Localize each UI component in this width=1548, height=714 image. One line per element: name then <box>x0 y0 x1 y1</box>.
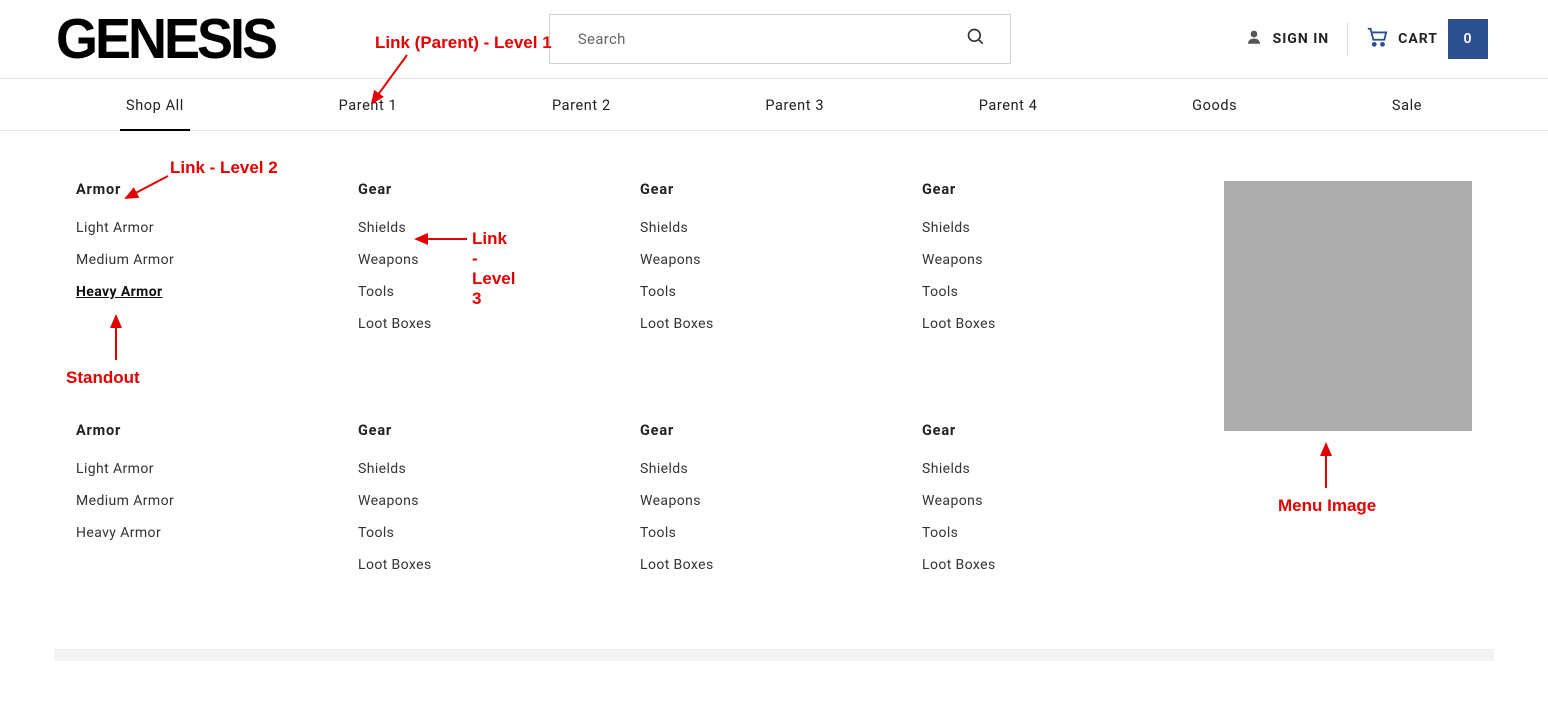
menu-column: Armor Light Armor Medium Armor Heavy Arm… <box>76 181 358 348</box>
menu-link[interactable]: Tools <box>922 525 1204 541</box>
sign-in-label: SIGN IN <box>1273 31 1330 47</box>
menu-link[interactable]: Light Armor <box>76 220 358 236</box>
mega-menu-columns: Armor Light Armor Medium Armor Heavy Arm… <box>76 181 1204 589</box>
menu-link[interactable]: Loot Boxes <box>922 557 1204 573</box>
menu-link[interactable]: Loot Boxes <box>640 557 922 573</box>
menu-image[interactable] <box>1224 181 1472 431</box>
menu-link[interactable]: Tools <box>358 284 640 300</box>
sign-in-button[interactable]: SIGN IN <box>1245 28 1330 50</box>
menu-link[interactable]: Weapons <box>358 252 640 268</box>
menu-column-header[interactable]: Gear <box>640 181 922 198</box>
menu-link[interactable]: Weapons <box>640 252 922 268</box>
cart-icon <box>1366 26 1388 52</box>
menu-link-standout[interactable]: Heavy Armor <box>76 284 358 300</box>
menu-column-header[interactable]: Gear <box>358 422 640 439</box>
menu-column: Gear Shields Weapons Tools Loot Boxes <box>358 181 640 348</box>
menu-link[interactable]: Shields <box>640 220 922 236</box>
menu-column-header[interactable]: Gear <box>922 181 1204 198</box>
menu-column-header[interactable]: Gear <box>922 422 1204 439</box>
nav-item-parent-1[interactable]: Parent 1 <box>333 79 404 130</box>
menu-link[interactable]: Tools <box>640 525 922 541</box>
nav-item-parent-3[interactable]: Parent 3 <box>759 79 830 130</box>
nav-item-shop-all[interactable]: Shop All <box>120 79 190 130</box>
menu-column-header[interactable]: Gear <box>640 422 922 439</box>
cart-button[interactable]: CART 0 <box>1366 19 1488 59</box>
menu-column-header[interactable]: Gear <box>358 181 640 198</box>
menu-link[interactable]: Medium Armor <box>76 493 358 509</box>
menu-link[interactable]: Heavy Armor <box>76 525 358 541</box>
menu-link[interactable]: Weapons <box>922 493 1204 509</box>
menu-link[interactable]: Loot Boxes <box>358 316 640 332</box>
menu-link[interactable]: Loot Boxes <box>640 316 922 332</box>
search-icon[interactable] <box>966 27 986 51</box>
search-box[interactable] <box>549 14 1011 64</box>
menu-column: Gear Shields Weapons Tools Loot Boxes <box>640 422 922 589</box>
menu-link[interactable]: Tools <box>922 284 1204 300</box>
menu-column: Gear Shields Weapons Tools Loot Boxes <box>358 422 640 589</box>
nav-item-goods[interactable]: Goods <box>1186 79 1243 130</box>
menu-column-header[interactable]: Armor <box>76 422 358 439</box>
menu-column: Armor Light Armor Medium Armor Heavy Arm… <box>76 422 358 589</box>
site-header: GENESIS SIGN IN <box>0 0 1548 79</box>
menu-link[interactable]: Shields <box>358 461 640 477</box>
cart-count-badge: 0 <box>1448 19 1488 59</box>
menu-link[interactable]: Weapons <box>640 493 922 509</box>
primary-nav: Shop All Parent 1 Parent 2 Parent 3 Pare… <box>0 79 1548 131</box>
nav-item-sale[interactable]: Sale <box>1386 79 1428 130</box>
menu-link[interactable]: Shields <box>358 220 640 236</box>
menu-column-header[interactable]: Armor <box>76 181 358 198</box>
menu-link[interactable]: Weapons <box>358 493 640 509</box>
divider <box>1347 22 1348 56</box>
menu-link[interactable]: Tools <box>640 284 922 300</box>
menu-link[interactable]: Loot Boxes <box>358 557 640 573</box>
search-input[interactable] <box>578 30 925 48</box>
cart-label: CART <box>1398 31 1438 47</box>
menu-link[interactable]: Shields <box>922 220 1204 236</box>
scrollbar-track[interactable] <box>54 649 1494 661</box>
menu-link[interactable]: Shields <box>922 461 1204 477</box>
header-right: SIGN IN CART 0 <box>1245 19 1488 59</box>
menu-column: Gear Shields Weapons Tools Loot Boxes <box>922 422 1204 589</box>
menu-column: Gear Shields Weapons Tools Loot Boxes <box>640 181 922 348</box>
menu-link[interactable]: Medium Armor <box>76 252 358 268</box>
nav-item-parent-2[interactable]: Parent 2 <box>546 79 617 130</box>
user-icon <box>1245 28 1263 50</box>
menu-link[interactable]: Loot Boxes <box>922 316 1204 332</box>
nav-item-parent-4[interactable]: Parent 4 <box>973 79 1044 130</box>
mega-menu: Armor Light Armor Medium Armor Heavy Arm… <box>0 131 1548 649</box>
menu-column: Gear Shields Weapons Tools Loot Boxes <box>922 181 1204 348</box>
logo[interactable]: GENESIS <box>56 11 275 68</box>
menu-link[interactable]: Weapons <box>922 252 1204 268</box>
menu-link[interactable]: Light Armor <box>76 461 358 477</box>
menu-link[interactable]: Shields <box>640 461 922 477</box>
menu-link[interactable]: Tools <box>358 525 640 541</box>
